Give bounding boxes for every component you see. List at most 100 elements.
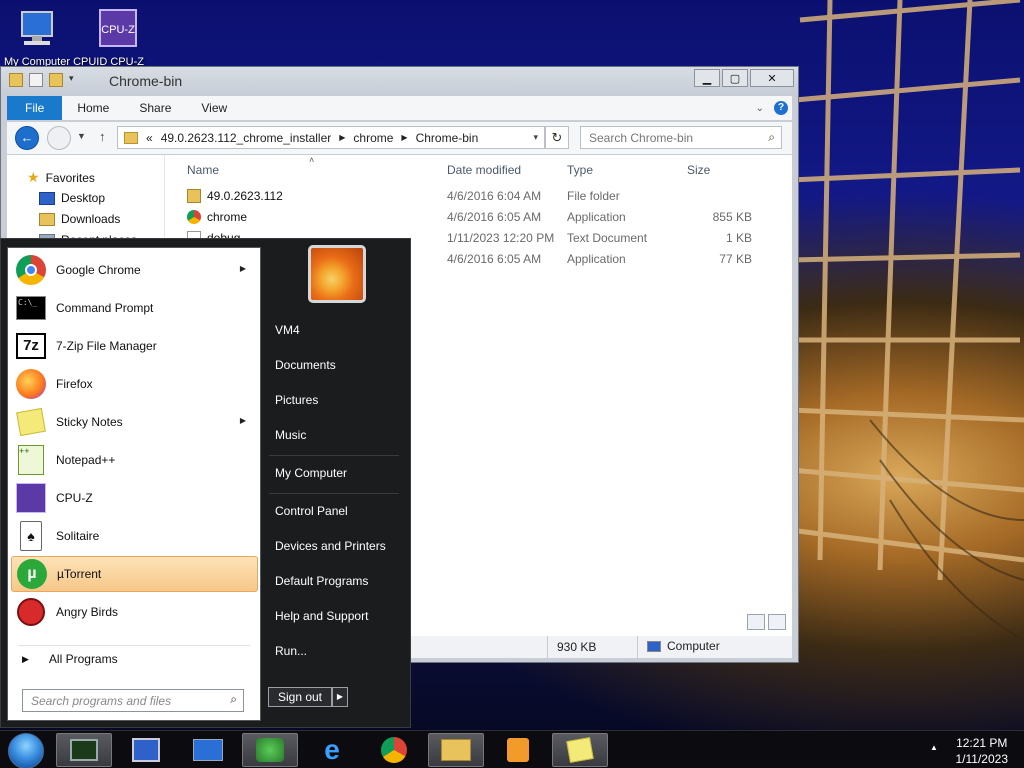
title-bar[interactable]: ▾ Chrome-bin ▁ ▢ ✕	[1, 67, 798, 95]
right-divider	[269, 493, 399, 494]
close-button[interactable]: ✕	[750, 69, 794, 87]
details-view-icon[interactable]	[747, 614, 765, 630]
taskbar: e ▲ 12:21 PM 1/11/2023	[0, 730, 1024, 768]
search-programs-input[interactable]: Search programs and files ⌕	[22, 689, 244, 712]
folder-icon[interactable]	[9, 73, 23, 87]
sign-out-button[interactable]: Sign out	[268, 687, 332, 707]
program-firefox[interactable]: Firefox	[11, 366, 258, 402]
shutdown-options-icon[interactable]: ▶	[332, 687, 348, 707]
program-label: µTorrent	[57, 567, 102, 581]
start-item-vm4[interactable]: VM4	[275, 323, 300, 337]
file-date: 4/6/2016 6:05 AM	[447, 210, 542, 224]
column-name[interactable]: Name	[187, 163, 219, 177]
large-icons-view-icon[interactable]	[768, 614, 786, 630]
breadcrumb-chrome[interactable]: chrome	[353, 131, 393, 145]
taskbar-clock[interactable]: 12:21 PM 1/11/2023	[956, 735, 1009, 767]
cpu-z-icon	[15, 482, 47, 514]
file-explorer-icon	[441, 739, 471, 761]
column-date-modified[interactable]: Date modified	[447, 163, 521, 177]
chrome-icon	[381, 737, 407, 763]
program-sticky-notes[interactable]: Sticky Notes ▶	[11, 404, 258, 440]
nav-downloads[interactable]: Downloads	[39, 212, 120, 226]
user-avatar[interactable]	[308, 245, 366, 303]
desktop-icon-my-computer[interactable]	[4, 6, 74, 57]
program-label: Firefox	[56, 377, 93, 391]
taskbar-media-player[interactable]	[490, 733, 546, 767]
program-notepadpp[interactable]: ++ Notepad++	[11, 442, 258, 478]
start-item-control-panel[interactable]: Control Panel	[275, 504, 348, 518]
breadcrumb-chrome-bin[interactable]: Chrome-bin	[416, 131, 479, 145]
start-item-pictures[interactable]: Pictures	[275, 393, 318, 407]
search-input[interactable]: Search Chrome-bin ⌕	[580, 126, 782, 149]
taskbar-show-desktop[interactable]	[180, 733, 236, 767]
address-bar[interactable]: « 49.0.2623.112_chrome_installer ▶ chrom…	[117, 126, 545, 149]
table-row[interactable]: 49.0.2623.112 4/6/2016 6:04 AM File fold…	[167, 185, 792, 206]
maximize-button[interactable]: ▢	[722, 69, 748, 87]
program-google-chrome[interactable]: Google Chrome ▶	[11, 252, 258, 288]
program-label: Notepad++	[56, 453, 116, 467]
taskbar-internet-explorer[interactable]: e	[304, 733, 360, 767]
taskbar-remote-desktop[interactable]	[118, 733, 174, 767]
column-type[interactable]: Type	[567, 163, 593, 177]
breadcrumb-overflow[interactable]: «	[146, 131, 153, 145]
taskbar-sticky-notes[interactable]	[552, 733, 608, 767]
taskbar-chrome[interactable]	[366, 733, 422, 767]
file-size: 77 KB	[719, 252, 752, 266]
up-button[interactable]: ↑	[99, 129, 106, 144]
forward-button[interactable]	[47, 126, 71, 150]
start-item-music[interactable]: Music	[275, 428, 306, 442]
tab-view[interactable]: View	[186, 96, 242, 120]
tab-file[interactable]: File	[7, 96, 63, 120]
recent-locations-icon[interactable]: ▼	[77, 131, 86, 141]
svg-text:CPU-Z: CPU-Z	[101, 24, 135, 36]
program-utorrent[interactable]: µ µTorrent	[11, 556, 258, 592]
program-angry-birds[interactable]: Angry Birds	[11, 594, 258, 630]
chevron-right-icon[interactable]: ▶	[339, 133, 345, 142]
desktop-icon-cpu-z[interactable]: CPU-Z	[82, 6, 152, 57]
chevron-right-icon[interactable]: ▶	[401, 133, 407, 142]
new-folder-icon[interactable]	[49, 73, 63, 87]
taskbar-file-explorer[interactable]	[428, 733, 484, 767]
firefox-icon	[15, 368, 47, 400]
taskbar-network[interactable]	[242, 733, 298, 767]
start-button[interactable]	[8, 733, 44, 768]
status-divider	[637, 636, 638, 658]
start-item-my-computer[interactable]: My Computer	[275, 466, 347, 480]
taskbar-task-manager[interactable]	[56, 733, 112, 767]
search-icon[interactable]: ⌕	[230, 692, 237, 707]
tab-home[interactable]: Home	[62, 96, 124, 120]
start-item-default-programs[interactable]: Default Programs	[275, 574, 368, 588]
help-icon[interactable]: ?	[774, 101, 788, 115]
status-size: 930 KB	[557, 640, 597, 654]
properties-icon[interactable]	[29, 73, 43, 87]
solitaire-icon: ♠	[15, 520, 47, 552]
search-icon[interactable]: ⌕	[768, 130, 775, 145]
file-name: chrome	[207, 210, 248, 224]
column-size[interactable]: Size	[687, 163, 710, 177]
file-type: Application	[567, 210, 626, 224]
chevron-down-icon[interactable]: ▾	[69, 73, 83, 87]
file-size: 855 KB	[712, 210, 752, 224]
back-button[interactable]: ←	[15, 126, 39, 150]
start-item-documents[interactable]: Documents	[275, 358, 336, 372]
nav-favorites[interactable]: ★ Favorites	[27, 169, 95, 186]
program-solitaire[interactable]: ♠ Solitaire	[11, 518, 258, 554]
table-row[interactable]: chrome 4/6/2016 6:05 AM Application 855 …	[167, 206, 792, 227]
program-cpu-z[interactable]: CPU-Z	[11, 480, 258, 516]
tab-share[interactable]: Share	[124, 96, 186, 120]
expand-ribbon-icon[interactable]: ⌄	[756, 103, 764, 114]
nav-downloads-label: Downloads	[61, 212, 121, 226]
show-hidden-icons-icon[interactable]: ▲	[930, 743, 938, 752]
start-item-devices-printers[interactable]: Devices and Printers	[275, 539, 386, 553]
program-label: Command Prompt	[56, 301, 154, 315]
refresh-button[interactable]: ↻	[545, 126, 569, 149]
program-command-prompt[interactable]: C:\_ Command Prompt	[11, 290, 258, 326]
start-item-help-support[interactable]: Help and Support	[275, 609, 368, 623]
minimize-button[interactable]: ▁	[694, 69, 720, 87]
start-item-run[interactable]: Run...	[275, 644, 307, 658]
chevron-down-icon[interactable]: ▾	[533, 132, 544, 143]
nav-desktop[interactable]: Desktop	[39, 191, 105, 205]
all-programs[interactable]: ▶ All Programs	[22, 652, 118, 666]
breadcrumb-installer[interactable]: 49.0.2623.112_chrome_installer	[161, 131, 332, 145]
program-7zip[interactable]: 7z 7-Zip File Manager	[11, 328, 258, 364]
